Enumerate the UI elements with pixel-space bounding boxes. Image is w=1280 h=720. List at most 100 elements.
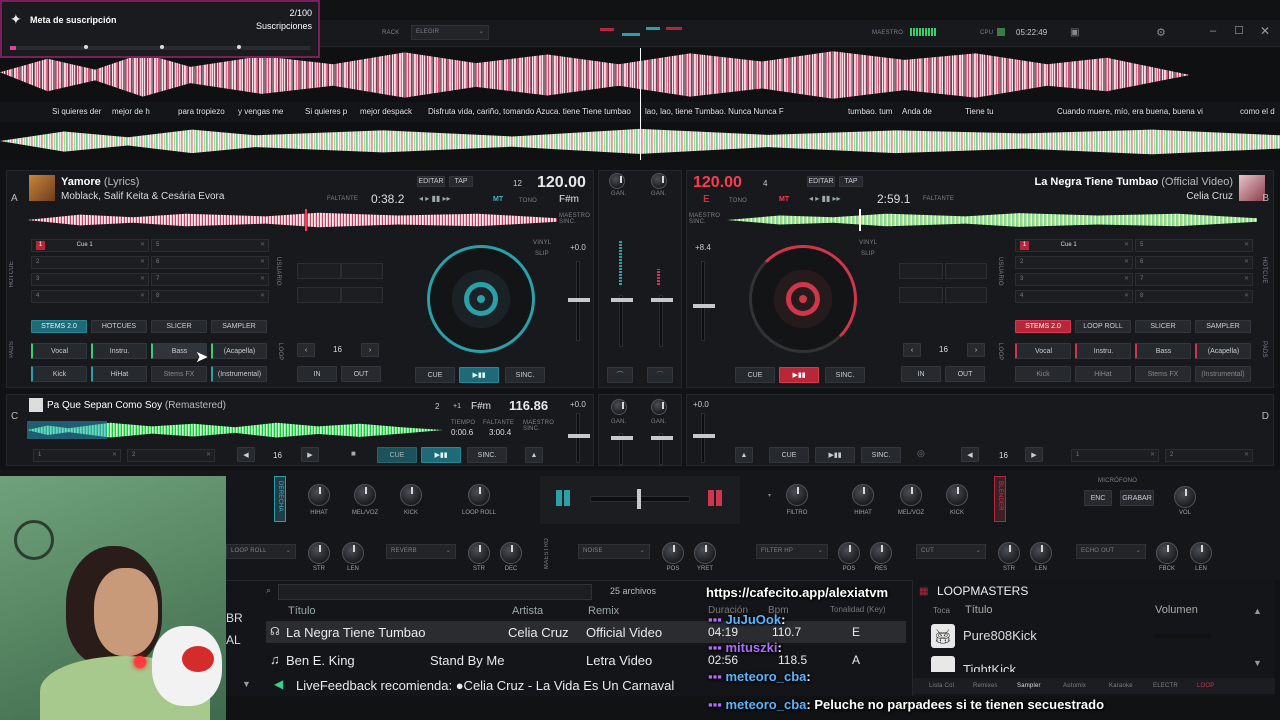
fx-select-loop-roll[interactable]: LOOP ROLL ⌄ xyxy=(226,544,296,559)
deck-a-master-sync[interactable]: MAESTRO SINC. xyxy=(559,213,593,225)
fx-select-filter-hp[interactable]: FILTER HP ⌄ xyxy=(756,544,828,559)
deck-b-stem-instrumental[interactable]: (Instrumental) xyxy=(1195,366,1251,382)
tab-automix[interactable]: Automix xyxy=(1063,683,1086,689)
headphone-right-button[interactable]: ⌒ xyxy=(647,367,673,383)
deck-b-transport-icons[interactable]: ◂ ▸ ▮▮ ▸▸ xyxy=(809,194,841,203)
deck-a-vinyl[interactable]: VINYL xyxy=(533,240,551,246)
deck-b-slip[interactable]: SLIP xyxy=(861,251,875,257)
cue-slot-5[interactable]: 5 ✕ xyxy=(1135,239,1253,252)
deck-a-tap-button[interactable]: TAP xyxy=(449,176,473,187)
deck-a-tab-hotcues[interactable]: HOTCUES xyxy=(91,320,147,333)
fx-select-noise[interactable]: NOISE ⌄ xyxy=(578,544,650,559)
deck-b-vinyl[interactable]: VINYL xyxy=(859,240,877,246)
gear-icon[interactable]: ⚙ xyxy=(1156,26,1166,39)
deck-c-master-sync[interactable]: MAESTRO SINC. xyxy=(523,420,557,432)
col-remix[interactable]: Remix xyxy=(588,605,619,617)
deck-a-stem-instru[interactable]: Instru. xyxy=(91,343,147,359)
fx-left-knob-3[interactable] xyxy=(400,484,422,506)
cue-slot-7[interactable]: 7 ✕ xyxy=(151,273,269,286)
gain-knob-d[interactable] xyxy=(651,399,667,415)
deck-b-edit-button[interactable]: EDITAR xyxy=(807,176,835,187)
deck-a-stem-acapella[interactable]: (Acapella) xyxy=(211,343,267,359)
deck-c-loop-prev[interactable]: ◀ xyxy=(237,447,255,462)
fx-left-knob-2[interactable] xyxy=(354,484,376,506)
deck-d-cue-button[interactable]: CUE xyxy=(769,447,809,463)
tab-karaoke[interactable]: Karaoke xyxy=(1109,683,1133,689)
deck-b-user-slot-2[interactable] xyxy=(945,263,987,279)
deck-a-mt[interactable]: MT xyxy=(493,196,503,203)
deck-b-stem-vocal[interactable]: Vocal xyxy=(1015,343,1071,359)
deck-a-stem-vocal[interactable]: Vocal xyxy=(31,343,87,359)
fx-row2-knob-5[interactable] xyxy=(838,542,860,564)
deck-b-key[interactable]: E xyxy=(703,194,710,205)
deck-c-pitch-fader[interactable] xyxy=(568,413,590,463)
fx-left-knob-1[interactable] xyxy=(308,484,330,506)
scroll-down-icon[interactable]: ▼ xyxy=(242,679,251,689)
deck-b-tab-sampler[interactable]: SAMPLER xyxy=(1195,320,1251,333)
fx-right-knob-2[interactable] xyxy=(900,484,922,506)
col-title[interactable]: Título xyxy=(288,605,316,617)
search-input[interactable] xyxy=(278,584,592,600)
cue-slot-2[interactable]: 2 ✕ xyxy=(31,256,149,269)
deck-d-loop-size[interactable]: 16 xyxy=(999,451,1008,460)
deck-c-loop-size[interactable]: 16 xyxy=(273,451,282,460)
channel-fader-c[interactable] xyxy=(611,433,633,465)
tab-lista[interactable]: Lista Col xyxy=(929,683,954,689)
fx-row2-knob-8[interactable] xyxy=(1030,542,1052,564)
deck-b-loop-size[interactable]: 16 xyxy=(939,345,948,354)
deck-a-user-slot-4[interactable] xyxy=(341,287,383,303)
deck-b-cue-button[interactable]: CUE xyxy=(735,367,775,383)
crossfader[interactable] xyxy=(590,489,690,509)
deck-a-jog-wheel[interactable] xyxy=(427,245,535,353)
headphone-left-button[interactable]: ⌒ xyxy=(607,367,633,383)
cue-slot-8[interactable]: 8 ✕ xyxy=(1135,290,1253,303)
cue-slot-6[interactable]: 6 ✕ xyxy=(1135,256,1253,269)
fx-filtro-knob[interactable] xyxy=(786,484,808,506)
deck-a-slip[interactable]: SLIP xyxy=(535,251,549,257)
deck-a-play-button[interactable]: ▶▮▮ xyxy=(459,367,499,383)
cue-slot-4[interactable]: 4 ✕ xyxy=(1015,290,1133,303)
deck-layout-icons[interactable] xyxy=(600,26,685,40)
table-row[interactable]: ♫ Ben E. King Stand By Me Letra Video 02… xyxy=(266,649,906,671)
deck-b-user-slot[interactable] xyxy=(899,263,943,279)
drum-icon[interactable]: 🥁︎ xyxy=(931,624,955,648)
fx-row2-knob-3[interactable] xyxy=(468,542,490,564)
fx-filtro-arrow[interactable]: ▾ xyxy=(768,492,771,499)
fx-row2-knob-7[interactable] xyxy=(998,542,1020,564)
deck-b-tap-button[interactable]: TAP xyxy=(839,176,863,187)
deck-c-play-button[interactable]: ▶▮▮ xyxy=(421,447,461,463)
deck-a-in-button[interactable]: IN xyxy=(297,366,337,382)
cue-slot-4[interactable]: 4 ✕ xyxy=(31,290,149,303)
cue-slot-8[interactable]: 8 ✕ xyxy=(151,290,269,303)
deck-d-pitch-fader[interactable] xyxy=(693,413,715,463)
deck-b-jog-wheel[interactable] xyxy=(749,245,857,353)
deck-a-pitch-fader[interactable] xyxy=(568,261,590,341)
deck-a-stem-instrumental[interactable]: (Instrumental) xyxy=(211,366,267,382)
fx-pos-knob[interactable] xyxy=(662,542,684,564)
deck-a-key[interactable]: F#m xyxy=(559,194,579,205)
cue-slot-1[interactable]: 1 Cue 1 ✕ xyxy=(1015,239,1133,252)
fx-row2-knob-2[interactable] xyxy=(342,542,364,564)
maximize-icon[interactable]: ☐ xyxy=(1234,24,1244,37)
deck-a-loop-prev[interactable]: ‹ xyxy=(297,343,315,357)
deck-b-stem-hihat[interactable]: HiHat xyxy=(1075,366,1131,382)
fx-row2-knob-10[interactable] xyxy=(1190,542,1212,564)
deck-d-play-button[interactable]: ▶▮▮ xyxy=(815,447,855,463)
fx-row2-knob-4[interactable] xyxy=(500,542,522,564)
tab-electr[interactable]: ELECTR xyxy=(1153,683,1178,689)
deck-c-stop-icon[interactable]: ■ xyxy=(351,449,356,458)
deck-d-sync-button[interactable]: SINC. xyxy=(861,447,901,463)
mic-enc-button[interactable]: ENC xyxy=(1084,490,1112,506)
col-artist[interactable]: Artista xyxy=(512,605,543,617)
channel-fader-left[interactable] xyxy=(611,295,633,347)
deck-b-stem-fx[interactable]: Stems FX xyxy=(1135,366,1191,382)
deck-a-loop-size[interactable]: 16 xyxy=(333,345,342,354)
deck-a-overview-waveform[interactable] xyxy=(27,212,557,228)
sampler-volume-bar[interactable] xyxy=(1153,634,1211,638)
cue-slot-1[interactable]: 1 Cue 1 ✕ xyxy=(31,239,149,252)
gain-knob-c[interactable] xyxy=(611,399,627,415)
deck-d-up-button[interactable]: ▲ xyxy=(735,447,753,463)
fx-select-echo-out[interactable]: ECHO OUT ⌄ xyxy=(1076,544,1146,559)
fx-select-reverb[interactable]: REVERB ⌄ xyxy=(386,544,456,559)
deck-d-cell-2[interactable]: 2 ✕ xyxy=(1165,449,1253,462)
